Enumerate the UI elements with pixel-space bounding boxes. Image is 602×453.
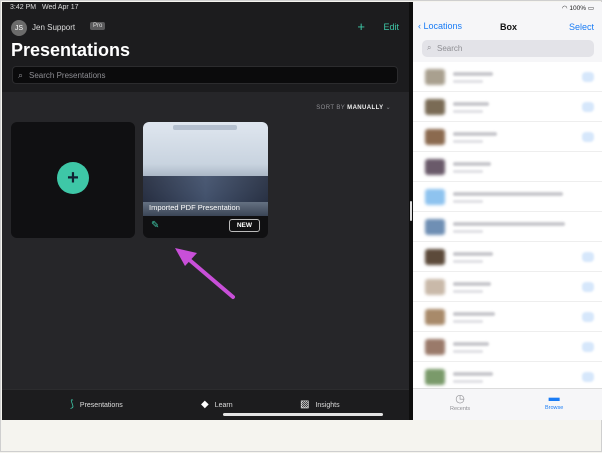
presentation-card[interactable]: Imported PDF Presentation ✎ NEW: [143, 122, 268, 238]
nav-insights-label: Insights: [315, 402, 340, 409]
list-item[interactable]: [413, 362, 602, 388]
split-handle[interactable]: [410, 201, 412, 221]
status-time: 3:42 PM: [10, 4, 37, 11]
new-badge[interactable]: NEW: [228, 219, 260, 232]
wifi-icon: ◠: [561, 5, 568, 12]
add-button[interactable]: +: [357, 19, 365, 34]
presentations-grid: SORT BY MANUALLY ⌄ + Imported PDF Presen…: [2, 92, 409, 389]
folder-icon: ▬: [548, 392, 560, 404]
presentations-icon: ⟆: [70, 399, 74, 410]
tab-recents-label: Recents: [450, 406, 471, 412]
list-item[interactable]: [413, 92, 602, 122]
back-label: Locations: [423, 21, 463, 31]
status-bar: 3:42 PM Wed Apr 17: [10, 4, 82, 11]
chevron-down-icon: ⌄: [385, 105, 391, 111]
presentation-name: Imported PDF Presentation: [149, 203, 240, 212]
edit-button[interactable]: Edit: [383, 22, 399, 32]
back-button[interactable]: ‹ Locations: [418, 21, 462, 31]
nav-learn-label: Learn: [214, 402, 233, 409]
file-list: [413, 62, 602, 388]
nav-presentations[interactable]: ⟆ Presentations: [70, 399, 123, 410]
files-tab-bar: ◷ Recents ▬ Browse: [413, 388, 602, 420]
presentation-thumbnail[interactable]: [143, 122, 268, 216]
nav-insights[interactable]: ▨ Insights: [300, 399, 340, 410]
list-item[interactable]: [413, 152, 602, 182]
screen-frame: 3:42 PM Wed Apr 17 JS Jen Support Pro + …: [0, 0, 602, 452]
list-item[interactable]: [413, 62, 602, 92]
list-item[interactable]: [413, 272, 602, 302]
new-presentation-card[interactable]: +: [11, 122, 135, 238]
files-app: ◠ 100% ▭ ‹ Locations Box Select ⌕ Search: [413, 2, 602, 420]
list-item[interactable]: [413, 332, 602, 362]
list-item[interactable]: [413, 212, 602, 242]
thumbnail-blur: [173, 125, 237, 130]
list-item[interactable]: [413, 122, 602, 152]
thumbnail-band: [143, 176, 268, 202]
list-item[interactable]: [413, 242, 602, 272]
search-placeholder: Search Presentations: [29, 71, 106, 80]
clock-icon: ◷: [455, 393, 465, 405]
folder-title: Box: [500, 22, 518, 32]
files-search-placeholder: Search: [437, 44, 463, 53]
sort-control[interactable]: SORT BY MANUALLY ⌄: [316, 104, 391, 111]
pro-badge: Pro: [90, 22, 106, 30]
battery-icon: ▭: [587, 5, 594, 12]
home-indicator: [223, 413, 383, 416]
files-nav-bar: ‹ Locations Box Select: [413, 19, 602, 37]
user-name[interactable]: Jen Support: [32, 23, 75, 32]
select-button[interactable]: Select: [569, 22, 594, 32]
insights-icon: ▨: [300, 399, 310, 410]
battery-percent: 100%: [569, 5, 587, 12]
nav-learn[interactable]: ◆ Learn: [201, 399, 233, 410]
pencil-icon[interactable]: ✎: [151, 220, 159, 231]
search-icon: ⌕: [18, 70, 24, 80]
sort-value: MANUALLY: [347, 105, 384, 111]
top-bar: JS Jen Support Pro + Edit: [11, 17, 399, 37]
learn-icon: ◆: [201, 399, 209, 410]
tab-recents[interactable]: ◷ Recents: [450, 392, 470, 412]
presentations-app: 3:42 PM Wed Apr 17 JS Jen Support Pro + …: [2, 2, 409, 420]
sort-prefix: SORT BY: [316, 105, 346, 111]
files-search-input[interactable]: ⌕ Search: [422, 40, 594, 57]
add-presentation-button[interactable]: +: [57, 162, 89, 194]
page-title: Presentations: [11, 40, 131, 60]
nav-presentations-label: Presentations: [79, 402, 123, 409]
status-date: Wed Apr 17: [42, 4, 79, 11]
tab-browse-label: Browse: [545, 405, 564, 411]
avatar[interactable]: JS: [11, 20, 27, 36]
status-bar-right: ◠ 100% ▭: [562, 4, 594, 12]
list-item[interactable]: [413, 302, 602, 332]
search-input[interactable]: ⌕ Search Presentations: [12, 66, 398, 84]
chevron-left-icon: ‹: [418, 21, 421, 31]
list-item[interactable]: [413, 182, 602, 212]
search-icon: ⌕: [427, 43, 432, 52]
tab-browse[interactable]: ▬ Browse: [545, 392, 563, 411]
